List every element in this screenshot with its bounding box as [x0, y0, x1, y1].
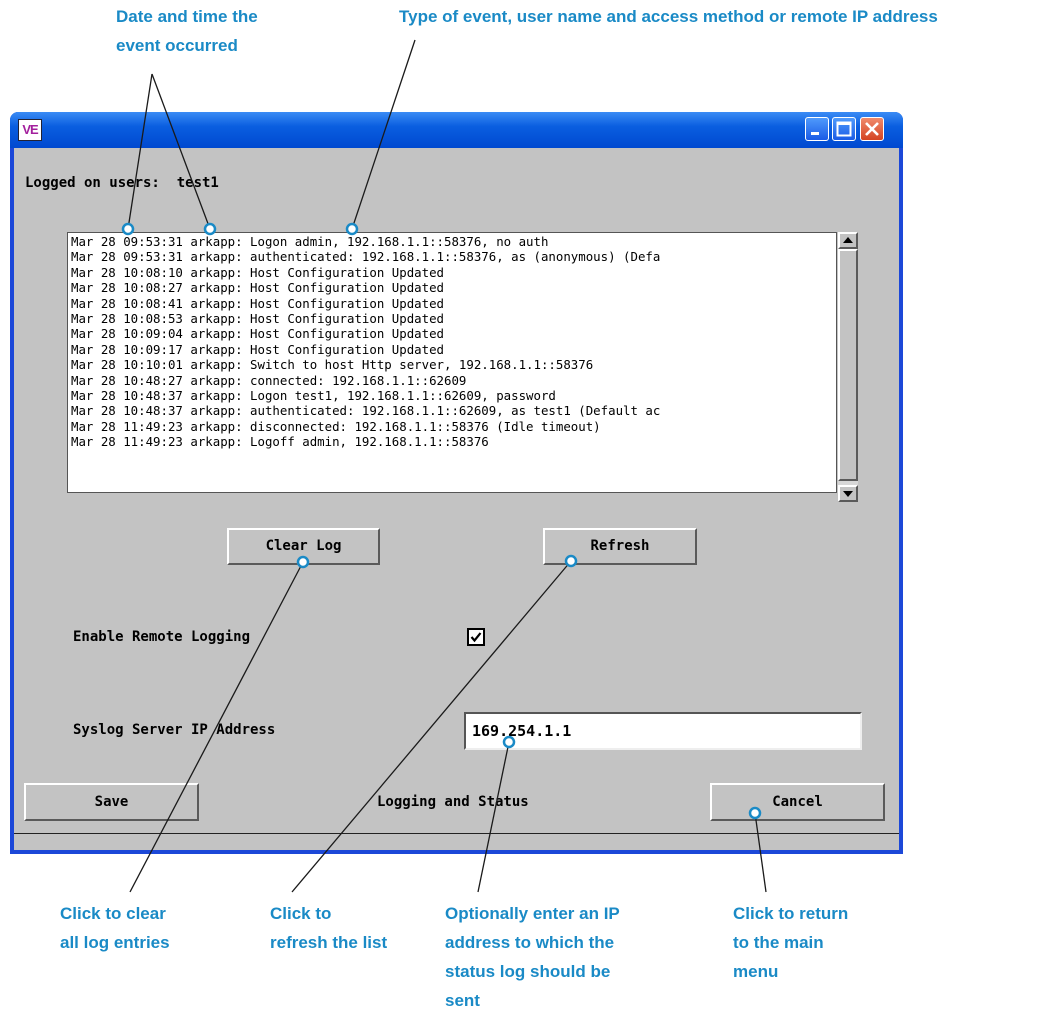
leader-clear-log: [129, 561, 304, 893]
marker-ip: [502, 735, 516, 749]
leader-date-1: [127, 73, 153, 230]
marker-clear-log: [296, 555, 310, 569]
callout-leader-lines: [121, 39, 767, 893]
marker-date: [121, 222, 135, 236]
marker-event: [345, 222, 359, 236]
marker-time: [203, 222, 217, 236]
marker-refresh: [564, 554, 578, 568]
leader-event-type: [351, 39, 416, 230]
leader-refresh: [291, 560, 572, 893]
leader-ip-address: [477, 741, 510, 893]
leader-cancel: [754, 812, 767, 893]
leader-date-2: [151, 73, 211, 230]
marker-cancel: [748, 806, 762, 820]
